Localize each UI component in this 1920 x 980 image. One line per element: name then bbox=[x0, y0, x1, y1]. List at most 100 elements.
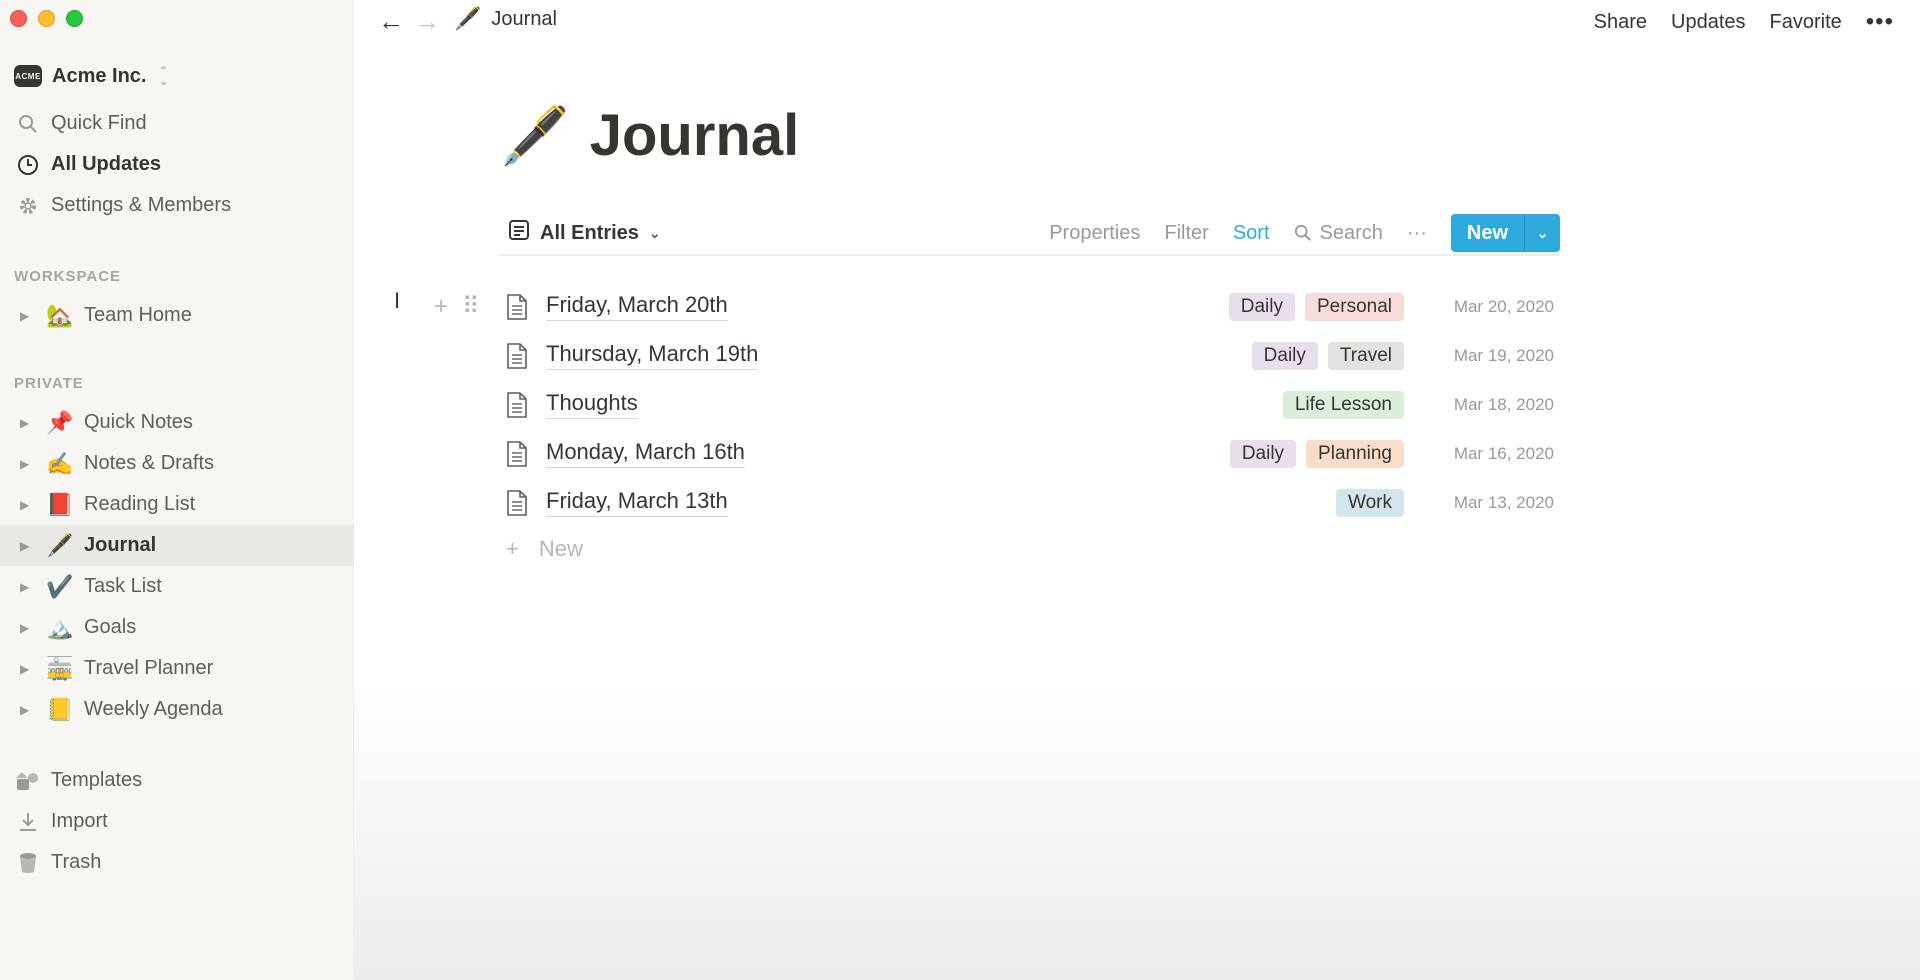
entry-date: Mar 20, 2020 bbox=[1453, 296, 1554, 316]
list-item[interactable]: Thursday, March 19th Daily Travel Mar 19… bbox=[500, 331, 1560, 380]
plus-icon[interactable]: + bbox=[434, 293, 448, 321]
sidebar-item-label: Trash bbox=[51, 851, 102, 873]
sort-button[interactable]: Sort bbox=[1233, 222, 1270, 245]
favorite-button[interactable]: Favorite bbox=[1770, 11, 1842, 34]
sidebar-item-label: Reading List bbox=[84, 493, 196, 515]
entry-date: Mar 13, 2020 bbox=[1453, 492, 1554, 512]
row-hover-tools: + ⠿ bbox=[434, 292, 480, 321]
sidebar-page-quick-notes[interactable]: ▶ 📌 Quick Notes bbox=[0, 402, 354, 443]
workspace-logo: ACME bbox=[14, 65, 42, 87]
properties-button[interactable]: Properties bbox=[1049, 222, 1140, 245]
tag-travel: Travel bbox=[1327, 341, 1404, 370]
list-item[interactable]: + ⠿ Friday, March 20th Daily Personal Ma… bbox=[434, 282, 1560, 331]
chevron-down-icon[interactable]: ⌄ bbox=[1524, 214, 1560, 252]
window-controls bbox=[10, 10, 83, 27]
workspace-section-label: WORKSPACE bbox=[14, 268, 122, 285]
sidebar-page-travel-planner[interactable]: ▶ 🚋 Travel Planner bbox=[0, 648, 354, 689]
list-item[interactable]: Friday, March 13th Work Mar 13, 2020 bbox=[500, 478, 1560, 527]
breadcrumb[interactable]: 🖋️ Journal bbox=[454, 6, 557, 32]
sidebar-page-reading-list[interactable]: ▶ 📕 Reading List bbox=[0, 484, 354, 525]
tag-work: Work bbox=[1336, 488, 1404, 517]
sidebar-item-import[interactable]: Import bbox=[0, 801, 354, 842]
expand-triangle-icon[interactable]: ▶ bbox=[20, 621, 34, 635]
entry-date: Mar 16, 2020 bbox=[1453, 443, 1554, 463]
expand-triangle-icon[interactable]: ▶ bbox=[20, 416, 34, 430]
more-options-icon[interactable]: ··· bbox=[1407, 222, 1427, 245]
minimize-window-button[interactable] bbox=[38, 10, 55, 27]
tag-daily: Daily bbox=[1229, 439, 1297, 468]
entry-title[interactable]: Monday, March 16th bbox=[546, 439, 745, 468]
arrow-left-icon[interactable]: ← bbox=[378, 6, 404, 37]
workspace-switcher[interactable]: ACME Acme Inc. ⌃ ⌄ bbox=[14, 60, 169, 92]
drag-handle-icon[interactable]: ⠿ bbox=[462, 292, 480, 321]
more-options-icon[interactable]: ••• bbox=[1866, 8, 1894, 36]
new-button-label[interactable]: New bbox=[1451, 214, 1524, 252]
sidebar-item-label: Settings & Members bbox=[51, 194, 232, 216]
updates-button[interactable]: Updates bbox=[1671, 11, 1746, 34]
bottom-fade bbox=[354, 680, 1920, 980]
share-button[interactable]: Share bbox=[1594, 11, 1647, 34]
fountain-pen-icon[interactable]: 🖋️ bbox=[500, 103, 570, 169]
entry-title[interactable]: Thoughts bbox=[546, 390, 638, 419]
toolbar-actions: Properties Filter Sort Search ··· New ⌄ bbox=[1049, 214, 1560, 252]
entry-title[interactable]: Friday, March 13th bbox=[546, 488, 728, 517]
check-mark-icon: ✔️ bbox=[46, 573, 74, 599]
expand-triangle-icon[interactable]: ▶ bbox=[20, 580, 34, 594]
sidebar-item-templates[interactable]: Templates bbox=[0, 760, 354, 801]
templates-icon bbox=[16, 769, 40, 793]
sidebar-page-notes-drafts[interactable]: ▶ ✍️ Notes & Drafts bbox=[0, 443, 354, 484]
document-icon bbox=[506, 293, 538, 320]
close-window-button[interactable] bbox=[10, 10, 27, 27]
zoom-window-button[interactable] bbox=[66, 10, 83, 27]
fountain-pen-icon: 🖋️ bbox=[46, 532, 74, 558]
add-new-entry[interactable]: + New bbox=[500, 527, 1560, 571]
entry-title[interactable]: Friday, March 20th bbox=[546, 292, 728, 321]
document-icon bbox=[506, 342, 538, 369]
arrow-right-icon[interactable]: → bbox=[414, 6, 440, 37]
entry-tags: Daily Personal bbox=[1228, 292, 1404, 321]
sidebar-item-label: Templates bbox=[51, 769, 143, 791]
trash-icon bbox=[16, 851, 40, 875]
view-selector[interactable]: All Entries ⌄ bbox=[500, 219, 661, 247]
sidebar-page-goals[interactable]: ▶ 🏔️ Goals bbox=[0, 607, 354, 648]
fountain-pen-icon: 🖋️ bbox=[454, 6, 482, 31]
sidebar-item-label: Notes & Drafts bbox=[84, 452, 215, 474]
entry-title[interactable]: Thursday, March 19th bbox=[546, 341, 759, 370]
search-icon bbox=[16, 112, 40, 136]
sidebar-item-label: Quick Notes bbox=[84, 411, 193, 433]
entry-tags: Work bbox=[1336, 488, 1404, 517]
expand-triangle-icon[interactable]: ▶ bbox=[20, 662, 34, 676]
sidebar-page-journal[interactable]: ▶ 🖋️ Journal bbox=[0, 525, 354, 566]
entries-list: + ⠿ Friday, March 20th Daily Personal Ma… bbox=[434, 282, 1560, 571]
entry-date: Mar 19, 2020 bbox=[1453, 345, 1554, 365]
entry-tags: Daily Planning bbox=[1229, 439, 1404, 468]
sidebar-page-task-list[interactable]: ▶ ✔️ Task List bbox=[0, 566, 354, 607]
new-entry-button[interactable]: New ⌄ bbox=[1450, 214, 1560, 252]
list-item[interactable]: Monday, March 16th Daily Planning Mar 16… bbox=[500, 429, 1560, 478]
tag-life-lesson: Life Lesson bbox=[1282, 390, 1404, 419]
expand-triangle-icon[interactable]: ▶ bbox=[20, 457, 34, 471]
expand-triangle-icon[interactable]: ▶ bbox=[20, 703, 34, 717]
expand-triangle-icon[interactable]: ▶ bbox=[20, 539, 34, 553]
sidebar-item-trash[interactable]: Trash bbox=[0, 842, 354, 883]
database-toolbar: All Entries ⌄ Properties Filter Sort Sea… bbox=[500, 212, 1560, 256]
entry-tags: Daily Travel bbox=[1251, 341, 1404, 370]
sidebar-item-all-updates[interactable]: All Updates bbox=[0, 144, 354, 185]
tag-personal: Personal bbox=[1305, 292, 1404, 321]
search-button[interactable]: Search bbox=[1294, 222, 1383, 245]
red-book-icon: 📕 bbox=[46, 491, 74, 517]
list-view-icon bbox=[508, 219, 530, 247]
sidebar-item-label: Weekly Agenda bbox=[84, 698, 223, 720]
list-item[interactable]: Thoughts Life Lesson Mar 18, 2020 bbox=[500, 380, 1560, 429]
sidebar-item-quick-find[interactable]: Quick Find bbox=[0, 103, 354, 144]
expand-triangle-icon[interactable]: ▶ bbox=[20, 309, 34, 323]
sidebar-item-settings[interactable]: Settings & Members bbox=[0, 185, 354, 226]
app-window: ACME Acme Inc. ⌃ ⌄ Quick Find All Updates bbox=[0, 0, 1920, 980]
sidebar-page-team-home[interactable]: ▶ 🏡 Team Home bbox=[0, 295, 354, 336]
pushpin-icon: 📌 bbox=[46, 409, 74, 435]
sidebar-page-weekly-agenda[interactable]: ▶ 📒 Weekly Agenda bbox=[0, 689, 354, 730]
page-title[interactable]: Journal bbox=[590, 102, 800, 169]
tag-daily: Daily bbox=[1251, 341, 1318, 370]
filter-button[interactable]: Filter bbox=[1164, 222, 1208, 245]
expand-triangle-icon[interactable]: ▶ bbox=[20, 498, 34, 512]
